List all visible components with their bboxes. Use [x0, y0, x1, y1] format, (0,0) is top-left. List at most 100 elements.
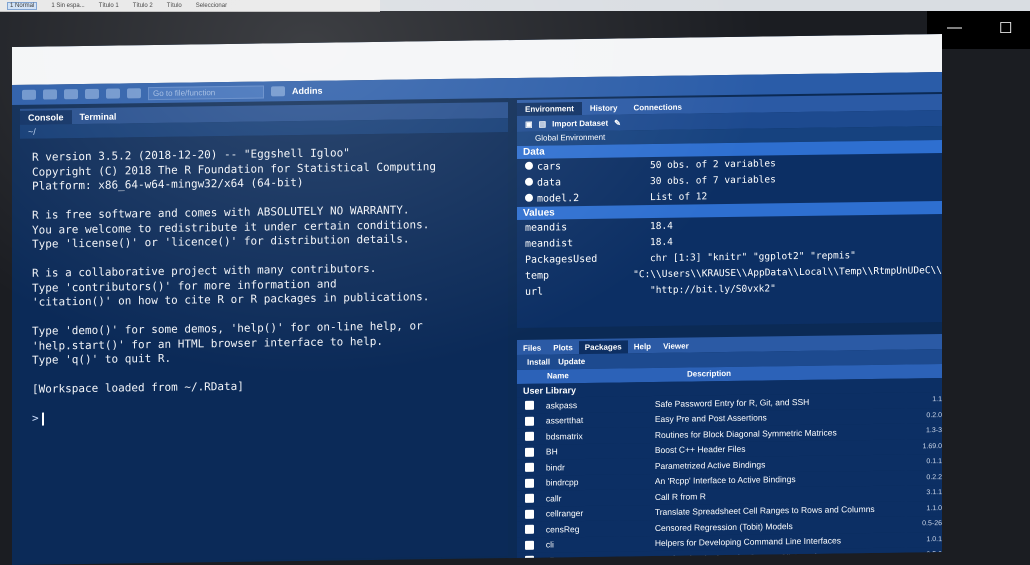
package-description: Easy Pre and Post Assertions [654, 412, 767, 425]
style-title[interactable]: Título [167, 3, 182, 9]
package-version: 0.5-26 [922, 520, 942, 528]
package-name[interactable]: askpass [546, 399, 655, 410]
env-name: temp [525, 270, 550, 282]
env-name: url [525, 286, 544, 298]
tab-files[interactable]: Files [517, 342, 547, 355]
package-checkbox[interactable] [525, 524, 534, 535]
install-button[interactable]: Install [527, 357, 550, 366]
console-pane: Console Terminal ~/ R version 3.5.2 (201… [20, 102, 508, 565]
package-name[interactable]: callr [546, 492, 655, 503]
window-controls: — ☐ [927, 11, 1030, 49]
expand-icon[interactable] [525, 193, 533, 202]
package-checkbox[interactable] [525, 540, 534, 550]
package-description: Helpers for Developing Command Line Inte… [654, 535, 841, 549]
package-description: Call R from R [654, 491, 706, 502]
print-icon[interactable] [127, 88, 141, 99]
minimize-button[interactable]: — [947, 19, 962, 36]
console-prompt: > [32, 411, 39, 425]
package-name[interactable]: bdsmatrix [546, 430, 655, 442]
word-ribbon-strip: 1 Normal 1 Sin espa... Título 1 Título 2… [0, 0, 380, 12]
save-all-icon[interactable] [106, 88, 120, 99]
new-file-icon[interactable] [22, 89, 36, 100]
right-panes: Environment History Connections ▣ ▤ Impo… [517, 94, 942, 565]
column-name[interactable]: Name [517, 368, 687, 384]
package-checkbox[interactable] [525, 400, 534, 411]
environment-list: Data cars 50 obs. of 2 variables data 30 o… [517, 140, 942, 328]
tab-console[interactable]: Console [20, 110, 72, 125]
style-heading-2[interactable]: Título 2 [133, 3, 153, 9]
package-name[interactable]: BH [546, 445, 655, 457]
tab-environment[interactable]: Environment [517, 102, 582, 116]
package-description: Parametrized Active Bindings [654, 459, 766, 471]
package-version: 1.0.1 [926, 535, 942, 543]
package-name[interactable]: cli [546, 538, 655, 550]
package-checkbox[interactable] [525, 447, 534, 457]
package-version: 1.1 [932, 396, 942, 404]
env-value: chr [1:3] "knitr" "ggplot2" "repmis" [650, 249, 856, 264]
expand-icon[interactable] [525, 177, 533, 186]
broom-icon[interactable]: ✎ [614, 118, 621, 127]
package-checkbox[interactable] [525, 509, 534, 519]
select-button[interactable]: Seleccionar [196, 3, 227, 9]
env-name: PackagesUsed [525, 253, 598, 266]
package-name[interactable]: bindrcpp [546, 476, 655, 487]
package-checkbox[interactable] [525, 462, 534, 473]
style-normal[interactable]: 1 Normal [7, 1, 38, 10]
tab-packages[interactable]: Packages [578, 340, 628, 355]
tab-help[interactable]: Help [628, 340, 657, 353]
env-name: cars [537, 160, 562, 173]
package-name[interactable]: assertthat [546, 414, 655, 426]
style-no-spacing[interactable]: 1 Sin espa... [51, 3, 84, 9]
package-name[interactable]: cellranger [546, 507, 655, 519]
tab-history[interactable]: History [582, 101, 626, 115]
package-version: 0.2.2 [926, 473, 942, 481]
package-version: 0.1.1 [926, 458, 942, 466]
rstudio-window: Go to file/function Addins Console Termi… [12, 34, 942, 565]
package-checkbox[interactable] [525, 493, 534, 504]
ribbon-background [380, 0, 1030, 11]
package-version: 0.5.0 [926, 551, 942, 559]
text-cursor [41, 412, 44, 426]
tab-viewer[interactable]: Viewer [657, 339, 695, 353]
env-value: 30 obs. of 7 variables [650, 173, 776, 187]
package-description: Routines for Block Diagonal Symmetric Ma… [654, 427, 837, 440]
package-version: 3.1.1 [926, 489, 942, 497]
packages-list: askpass Safe Password Entry for R, Git, a… [517, 392, 942, 565]
tab-terminal[interactable]: Terminal [72, 109, 125, 124]
style-heading-1[interactable]: Título 1 [99, 3, 119, 9]
maximize-button[interactable]: ☐ [999, 19, 1012, 37]
package-description: Translate Spreadsheet Cell Ranges to Row… [654, 504, 875, 518]
package-name[interactable]: clipr [546, 554, 655, 565]
save-workspace-icon[interactable]: ▤ [539, 119, 547, 128]
package-checkbox[interactable] [525, 416, 534, 426]
package-name[interactable]: censReg [546, 523, 655, 534]
new-project-icon[interactable] [43, 89, 57, 100]
workspace-panes-icon[interactable] [271, 86, 285, 97]
package-description: Read and Write from the System Clipboard [654, 551, 817, 564]
addins-menu[interactable]: Addins [292, 86, 323, 96]
env-value: "http://bit.ly/S0vxk2" [650, 282, 776, 296]
open-file-icon[interactable] [64, 89, 78, 100]
goto-file-input[interactable]: Go to file/function [148, 84, 264, 100]
update-button[interactable]: Update [558, 357, 585, 366]
console-output[interactable]: R version 3.5.2 (2018-12-20) -- "Eggshel… [20, 132, 508, 563]
tab-plots[interactable]: Plots [547, 341, 579, 354]
env-value: 50 obs. of 2 variables [650, 157, 776, 171]
import-dataset-button[interactable]: Import Dataset [552, 118, 608, 128]
package-checkbox[interactable] [525, 431, 534, 442]
load-workspace-icon[interactable]: ▣ [525, 119, 533, 128]
env-value: 18.4 [650, 236, 673, 248]
tab-connections[interactable]: Connections [625, 101, 689, 115]
package-description: Censored Regression (Tobit) Models [654, 520, 793, 533]
env-name: meandis [525, 221, 568, 234]
package-description: An 'Rcpp' Interface to Active Bindings [654, 474, 796, 487]
package-checkbox[interactable] [525, 555, 534, 565]
expand-icon[interactable] [525, 161, 533, 170]
package-description: Safe Password Entry for R, Git, and SSH [654, 396, 810, 409]
package-checkbox[interactable] [525, 478, 534, 488]
column-description[interactable]: Description [687, 367, 731, 382]
save-icon[interactable] [85, 88, 99, 99]
package-version: 1.1.0 [926, 504, 942, 512]
env-value: List of 12 [650, 190, 708, 203]
package-name[interactable]: bindr [546, 461, 655, 472]
